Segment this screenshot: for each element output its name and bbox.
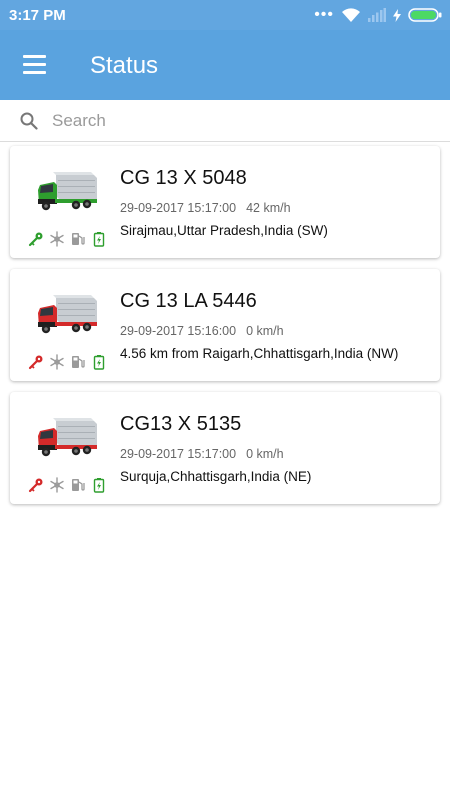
battery-icon [93,355,105,370]
status-icons-row [28,354,107,370]
system-status-bar: 3:17 PM ••• [0,0,450,30]
more-dots-icon: ••• [314,6,334,23]
status-icons-row [28,231,107,247]
wifi-icon [342,8,360,22]
fuel-pump-icon [72,356,85,368]
vehicle-card[interactable]: CG 13 X 5048 29-09-2017 15:17:00 42 km/h… [10,146,440,258]
truck-icon [38,418,97,457]
status-icons: ••• [314,5,442,25]
vehicle-datetime: 29-09-2017 15:16:00 [120,324,237,338]
status-icons-row [28,477,107,493]
page-title: Status [90,52,159,79]
vehicle-location: Surquja,Chhattisgarh,India (NE) [120,469,312,484]
search-input[interactable] [52,107,432,135]
vehicle-speed: 42 km/h [246,201,291,215]
vehicle-datetime: 29-09-2017 15:17:00 [120,447,237,461]
vehicle-meta: 29-09-2017 15:17:00 42 km/h [120,201,291,215]
key-icon [28,355,43,370]
vehicle-location: Sirajmau,Uttar Pradesh,India (SW) [120,223,328,238]
snowflake-icon [50,354,64,370]
vehicle-number: CG13 X 5135 [120,413,242,435]
snowflake-icon [50,477,64,493]
app-bar: Status [0,30,450,100]
snowflake-icon [50,231,64,247]
vehicle-number: CG 13 X 5048 [120,167,247,189]
vehicle-speed: 0 km/h [246,447,284,461]
key-icon [28,478,43,493]
vehicle-speed: 0 km/h [246,324,284,338]
signal-icon [368,8,386,22]
truck-icon [38,295,97,334]
battery-status-icon [408,8,442,22]
search-bar [0,100,450,142]
charging-icon [393,8,401,22]
truck-icon [38,172,97,211]
fuel-pump-icon [72,479,85,491]
battery-icon [93,232,105,247]
vehicle-card[interactable]: CG 13 LA 5446 29-09-2017 15:16:00 0 km/h… [10,269,440,381]
vehicle-location: 4.56 km from Raigarh,Chhattisgarh,India … [120,346,399,361]
hamburger-menu-icon [23,55,46,58]
vehicle-number: CG 13 LA 5446 [120,290,257,312]
status-time: 3:17 PM [9,7,66,24]
vehicle-card[interactable]: CG13 X 5135 29-09-2017 15:17:00 0 km/h S… [10,392,440,504]
vehicle-meta: 29-09-2017 15:17:00 0 km/h [120,447,284,461]
battery-icon [93,478,105,493]
vehicle-meta: 29-09-2017 15:16:00 0 km/h [120,324,284,338]
search-icon [20,112,38,130]
menu-button[interactable] [20,52,50,78]
key-icon [28,232,43,247]
fuel-pump-icon [72,233,85,245]
vehicle-datetime: 29-09-2017 15:17:00 [120,201,237,215]
